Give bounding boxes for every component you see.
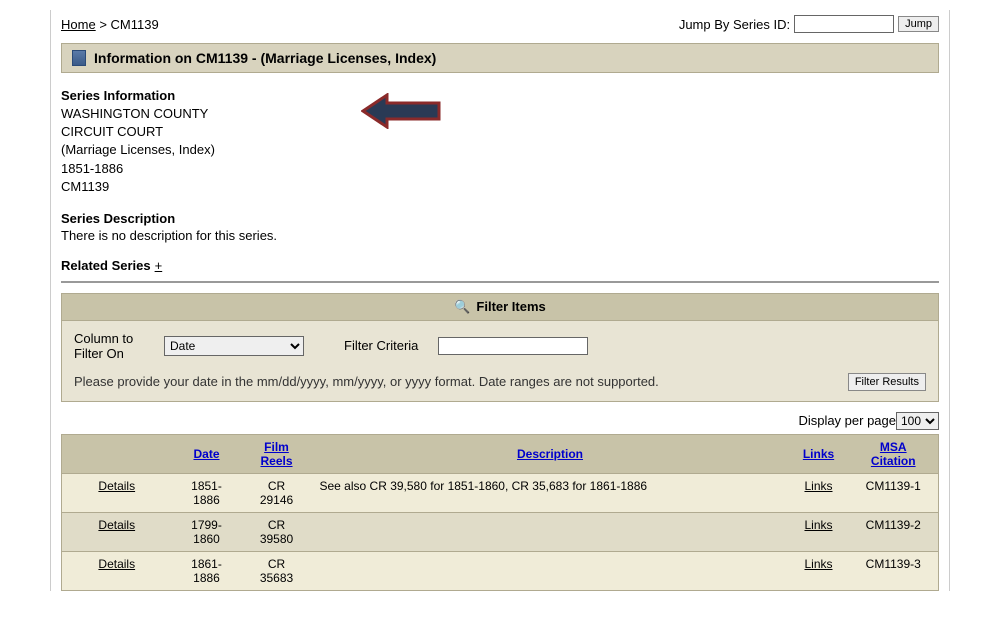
filter-col-select[interactable]: Date bbox=[164, 336, 304, 356]
related-expand[interactable]: + bbox=[155, 258, 163, 273]
th-date[interactable]: Date bbox=[193, 447, 219, 461]
jump-button[interactable]: Jump bbox=[898, 16, 939, 32]
related-heading: Related Series bbox=[61, 258, 151, 273]
cell-desc bbox=[312, 552, 789, 591]
series-desc-text: There is no description for this series. bbox=[61, 228, 939, 243]
cell-reel: CR 35683 bbox=[242, 552, 312, 591]
series-desc-heading: Series Description bbox=[61, 211, 939, 226]
cell-cit: CM1139-1 bbox=[849, 474, 939, 513]
cell-cit: CM1139-3 bbox=[849, 552, 939, 591]
th-links[interactable]: Links bbox=[803, 447, 834, 461]
series-info-line2: CIRCUIT COURT bbox=[61, 123, 939, 141]
th-desc[interactable]: Description bbox=[517, 447, 583, 461]
table-row: Details 1851-1886 CR 29146 See also CR 3… bbox=[62, 474, 939, 513]
links-link[interactable]: Links bbox=[804, 557, 832, 571]
th-blank bbox=[62, 435, 172, 474]
cell-date: 1799-1860 bbox=[172, 513, 242, 552]
search-icon: 🔍 bbox=[454, 299, 470, 315]
breadcrumb: Home > CM1139 bbox=[61, 17, 159, 32]
display-per-label: Display per page bbox=[798, 413, 896, 428]
filter-results-button[interactable]: Filter Results bbox=[848, 373, 926, 391]
table-row: Details 1861-1886 CR 35683 Links CM1139-… bbox=[62, 552, 939, 591]
cell-date: 1851-1886 bbox=[172, 474, 242, 513]
cell-desc bbox=[312, 513, 789, 552]
series-info-heading: Series Information bbox=[61, 88, 939, 103]
filter-col-label: Column to Filter On bbox=[74, 331, 144, 361]
info-header-text: Information on CM1139 - (Marriage Licens… bbox=[94, 50, 436, 66]
breadcrumb-sep: > bbox=[99, 17, 107, 32]
table-row: Details 1799-1860 CR 39580 Links CM1139-… bbox=[62, 513, 939, 552]
th-reels[interactable]: Film Reels bbox=[260, 440, 292, 468]
cell-cit: CM1139-2 bbox=[849, 513, 939, 552]
display-per-select[interactable]: 100 bbox=[896, 412, 939, 430]
jump-label: Jump By Series ID: bbox=[679, 17, 790, 32]
results-table: Date Film Reels Description Links MSA Ci… bbox=[61, 434, 939, 591]
details-link[interactable]: Details bbox=[98, 479, 135, 493]
filter-criteria-input[interactable] bbox=[438, 337, 588, 355]
th-cit[interactable]: MSA Citation bbox=[871, 440, 916, 468]
book-icon bbox=[72, 50, 86, 66]
jump-input[interactable] bbox=[794, 15, 894, 33]
series-info-line4: 1851-1886 bbox=[61, 160, 939, 178]
cell-reel: CR 29146 bbox=[242, 474, 312, 513]
series-info-line5: CM1139 bbox=[61, 178, 939, 196]
filter-criteria-label: Filter Criteria bbox=[344, 338, 418, 353]
arrow-annotation bbox=[361, 93, 441, 129]
links-link[interactable]: Links bbox=[804, 518, 832, 532]
home-link[interactable]: Home bbox=[61, 17, 96, 32]
details-link[interactable]: Details bbox=[98, 518, 135, 532]
filter-hint: Please provide your date in the mm/dd/yy… bbox=[74, 373, 828, 391]
filter-header-text: Filter Items bbox=[476, 299, 545, 314]
cell-desc: See also CR 39,580 for 1851-1860, CR 35,… bbox=[312, 474, 789, 513]
cell-reel: CR 39580 bbox=[242, 513, 312, 552]
cell-date: 1861-1886 bbox=[172, 552, 242, 591]
links-link[interactable]: Links bbox=[804, 479, 832, 493]
details-link[interactable]: Details bbox=[98, 557, 135, 571]
breadcrumb-current: CM1139 bbox=[111, 17, 159, 32]
divider bbox=[61, 281, 939, 283]
series-info-line3: (Marriage Licenses, Index) bbox=[61, 141, 939, 159]
series-info-line1: WASHINGTON COUNTY bbox=[61, 105, 939, 123]
